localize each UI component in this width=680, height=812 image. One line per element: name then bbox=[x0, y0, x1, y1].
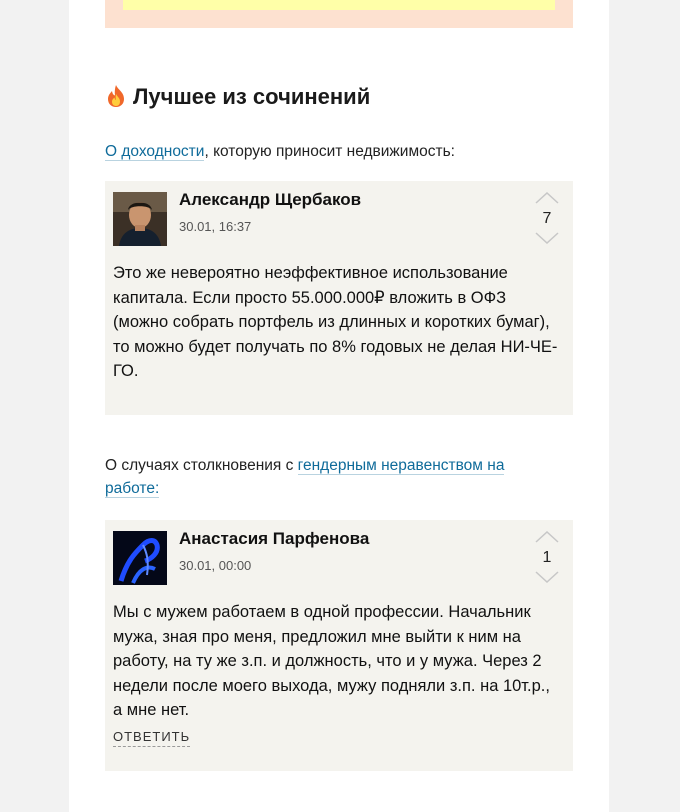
comment-intro: О доходности, которую приносит недвижимо… bbox=[105, 140, 545, 163]
promo-banner-inner bbox=[123, 0, 555, 10]
intro-text: О случаях столкновения с bbox=[105, 457, 298, 474]
comment-card: Анастасия Парфенова 30.01, 00:00 1 Мы с … bbox=[105, 520, 573, 771]
comment-card: Александр Щербаков 30.01, 16:37 7 Это же… bbox=[105, 181, 573, 415]
promo-banner bbox=[105, 0, 573, 28]
comment-text: Это же невероятно неэффективное использо… bbox=[113, 264, 558, 380]
fire-icon bbox=[105, 84, 127, 108]
vote-widget: 7 bbox=[535, 191, 559, 247]
comment-date: 30.01, 16:37 bbox=[179, 219, 252, 234]
comment-text: Мы с мужем работаем в одной профессии. Н… bbox=[113, 603, 550, 719]
intro-text: , которую приносит недвижимость: bbox=[204, 143, 455, 160]
comment-author[interactable]: Анастасия Парфенова bbox=[179, 529, 369, 549]
section-title-text: Лучшее из сочинений bbox=[133, 84, 371, 109]
avatar[interactable] bbox=[113, 531, 167, 585]
reply-button[interactable]: ОТВЕТИТЬ bbox=[113, 729, 191, 747]
downvote-chevron-icon[interactable] bbox=[535, 570, 559, 584]
avatar[interactable] bbox=[113, 192, 167, 246]
comment-intro: О случаях столкновения с гендерным нерав… bbox=[105, 454, 545, 500]
downvote-chevron-icon[interactable] bbox=[535, 231, 559, 245]
upvote-chevron-icon[interactable] bbox=[535, 530, 559, 543]
vote-count: 1 bbox=[542, 549, 552, 566]
comment-author[interactable]: Александр Щербаков bbox=[179, 190, 361, 210]
comment-date: 30.01, 00:00 bbox=[179, 558, 252, 573]
upvote-chevron-icon[interactable] bbox=[535, 191, 559, 204]
vote-count: 7 bbox=[542, 210, 552, 227]
topic-link[interactable]: О доходности bbox=[105, 143, 205, 161]
vote-widget: 1 bbox=[535, 530, 559, 586]
article-page: Лучшее из сочинений О доходности, котору… bbox=[69, 0, 609, 812]
section-title: Лучшее из сочинений bbox=[105, 82, 370, 112]
